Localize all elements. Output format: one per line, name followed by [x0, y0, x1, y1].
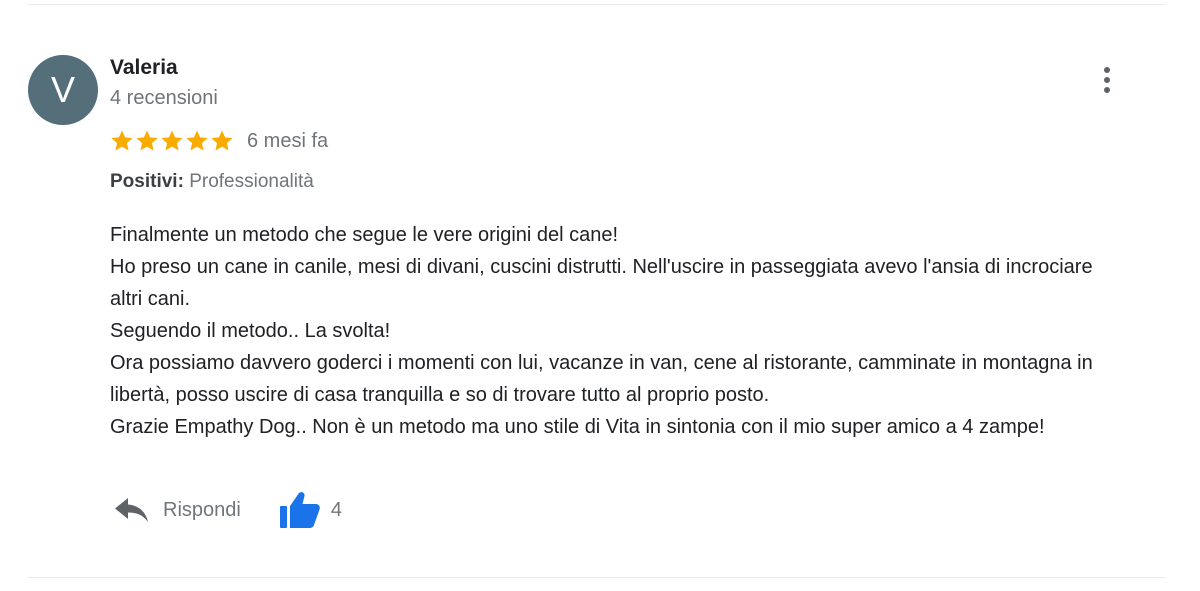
reply-button[interactable]: Rispondi [110, 495, 241, 525]
reply-label: Rispondi [163, 498, 241, 521]
more-vert-icon-dot [1104, 77, 1110, 83]
review-paragraph: Ora possiamo davvero goderci i momenti c… [110, 352, 1093, 406]
star-icon [186, 130, 208, 151]
positives-attribute: Positivi: Professionalità [110, 171, 314, 193]
thumbs-up-icon [279, 492, 320, 528]
more-vert-icon-dot [1104, 87, 1110, 93]
review-paragraph: Seguendo il metodo.. La svolta! [110, 320, 391, 342]
positives-value: Professionalità [189, 171, 314, 192]
bottom-divider [28, 577, 1166, 578]
star-rating [110, 129, 234, 153]
more-vert-icon [1104, 67, 1110, 73]
positives-label: Positivi: [110, 171, 184, 192]
review-count[interactable]: 4 recensioni [110, 87, 218, 110]
like-count: 4 [330, 498, 342, 521]
review-text: Finalmente un metodo che segue le vere o… [110, 219, 1120, 443]
reply-icon [115, 498, 148, 522]
avatar-initial: V [50, 69, 75, 110]
star-icon [161, 130, 183, 151]
top-divider [28, 4, 1166, 5]
star-icon [136, 130, 158, 151]
more-options-button[interactable] [1092, 62, 1122, 98]
author-name[interactable]: Valeria [110, 56, 178, 80]
review-date: 6 mesi fa [247, 129, 329, 152]
review-actions: Rispondi 4 [110, 490, 342, 530]
star-icon [211, 130, 233, 151]
rating-row: 6 mesi fa [110, 127, 328, 155]
avatar[interactable]: V [28, 55, 98, 125]
review-paragraph: Finalmente un metodo che segue le vere o… [110, 224, 619, 246]
star-icon [111, 130, 133, 151]
review-paragraph: Grazie Empathy Dog.. Non è un metodo ma … [110, 416, 1045, 438]
like-button[interactable]: 4 [279, 491, 342, 529]
review-paragraph: Ho preso un cane in canile, mesi di diva… [110, 256, 1093, 310]
